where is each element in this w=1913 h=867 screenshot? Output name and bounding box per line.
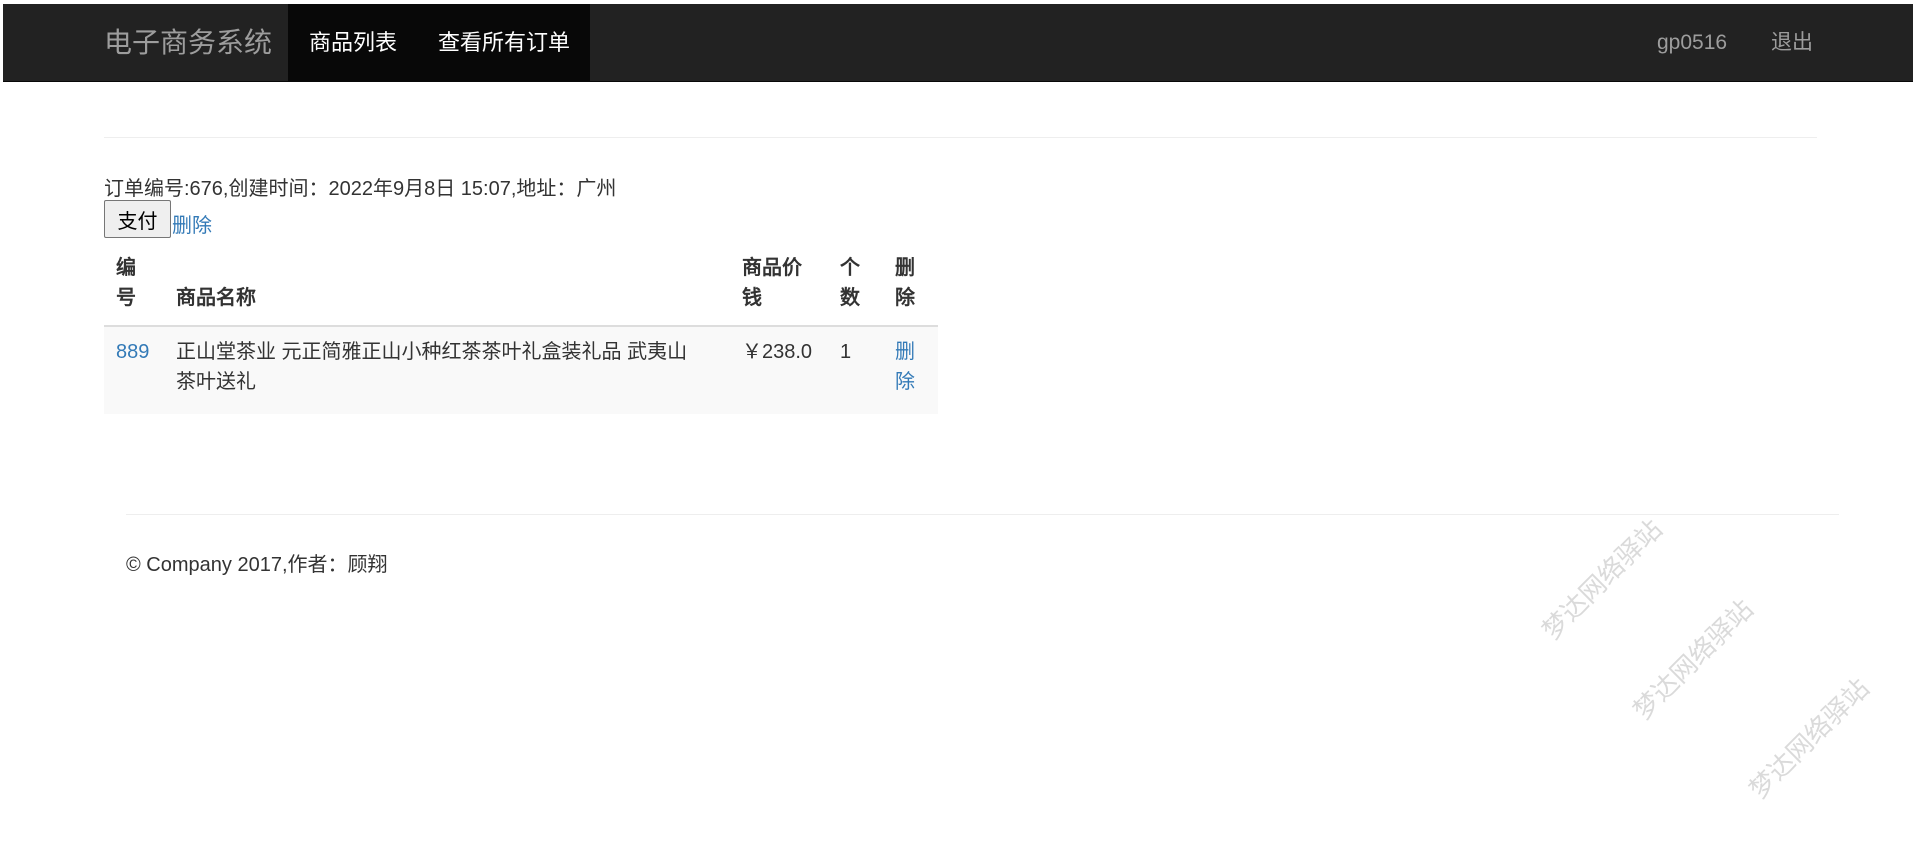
brand-link[interactable]: 电子商务系统 [104, 4, 272, 81]
column-header-count-line2: 数 [840, 287, 860, 309]
column-header-name: 商品名称 [176, 287, 256, 309]
delete-item-link-line1[interactable]: 删 [895, 337, 915, 367]
top-navbar: 电子商务系统 商品列表 查看所有订单 gp0516 退出 [3, 4, 1913, 82]
watermark-1: 梦达网络驿站 [1536, 513, 1668, 646]
product-name: 正山堂茶业 元正简雅正山小种红茶茶叶礼盒装礼品 武夷山 茶叶送礼 [176, 337, 687, 397]
column-header-price-line1: 商品价 [742, 257, 802, 279]
logout-link[interactable]: 退出 [1771, 4, 1813, 81]
product-price: ￥238.0 [742, 341, 813, 363]
product-name-line1: 正山堂茶业 元正简雅正山小种红茶茶叶礼盒装礼品 武夷山 [176, 341, 688, 363]
column-header-id-line2: 号 [116, 287, 136, 309]
nav-tab-products[interactable]: 商品列表 [288, 4, 418, 81]
order-info-text: 订单编号:676,创建时间：2022年9月8日 15:07,地址：广州 [104, 178, 617, 200]
product-id-link[interactable]: 889 [116, 337, 149, 367]
column-header-id-line1: 编 [116, 257, 136, 279]
pay-button[interactable]: 支付 [104, 200, 171, 238]
watermark-3: 梦达网络驿站 [1743, 672, 1875, 805]
nav-username-link[interactable]: gp0516 [1657, 4, 1727, 81]
column-header-price: 商品价 钱 [742, 253, 802, 313]
product-name-line2: 茶叶送礼 [176, 371, 256, 393]
footer-divider [126, 514, 1839, 515]
watermark-2: 梦达网络驿站 [1627, 593, 1759, 726]
column-header-price-line2: 钱 [742, 287, 762, 309]
column-header-delete: 删 除 [895, 253, 915, 313]
column-header-delete-line2: 除 [895, 287, 915, 309]
column-header-delete-line1: 删 [895, 257, 915, 279]
page-frame: 电子商务系统 商品列表 查看所有订单 gp0516 退出 订单编号:676,创建… [3, 4, 1913, 867]
delete-item-link[interactable]: 删 除 [895, 337, 915, 397]
table-row: 889 正山堂茶业 元正简雅正山小种红茶茶叶礼盒装礼品 武夷山 茶叶送礼 ￥23… [104, 327, 938, 414]
order-items-table: 编 号 商品名称 商品价 钱 个 数 删 除 889 正山堂茶业 元正简雅正山小… [104, 243, 938, 414]
column-header-count: 个 数 [840, 253, 860, 313]
product-count: 1 [840, 341, 852, 363]
nav-tab-all-orders[interactable]: 查看所有订单 [418, 4, 590, 81]
footer-copyright: © Company 2017,作者：顾翔 [126, 554, 388, 576]
delete-order-link[interactable]: 删除 [172, 209, 212, 238]
delete-item-link-line2[interactable]: 除 [895, 367, 915, 397]
column-header-count-line1: 个 [840, 257, 860, 279]
content-divider [104, 137, 1817, 138]
column-header-id: 编 号 [116, 253, 136, 313]
